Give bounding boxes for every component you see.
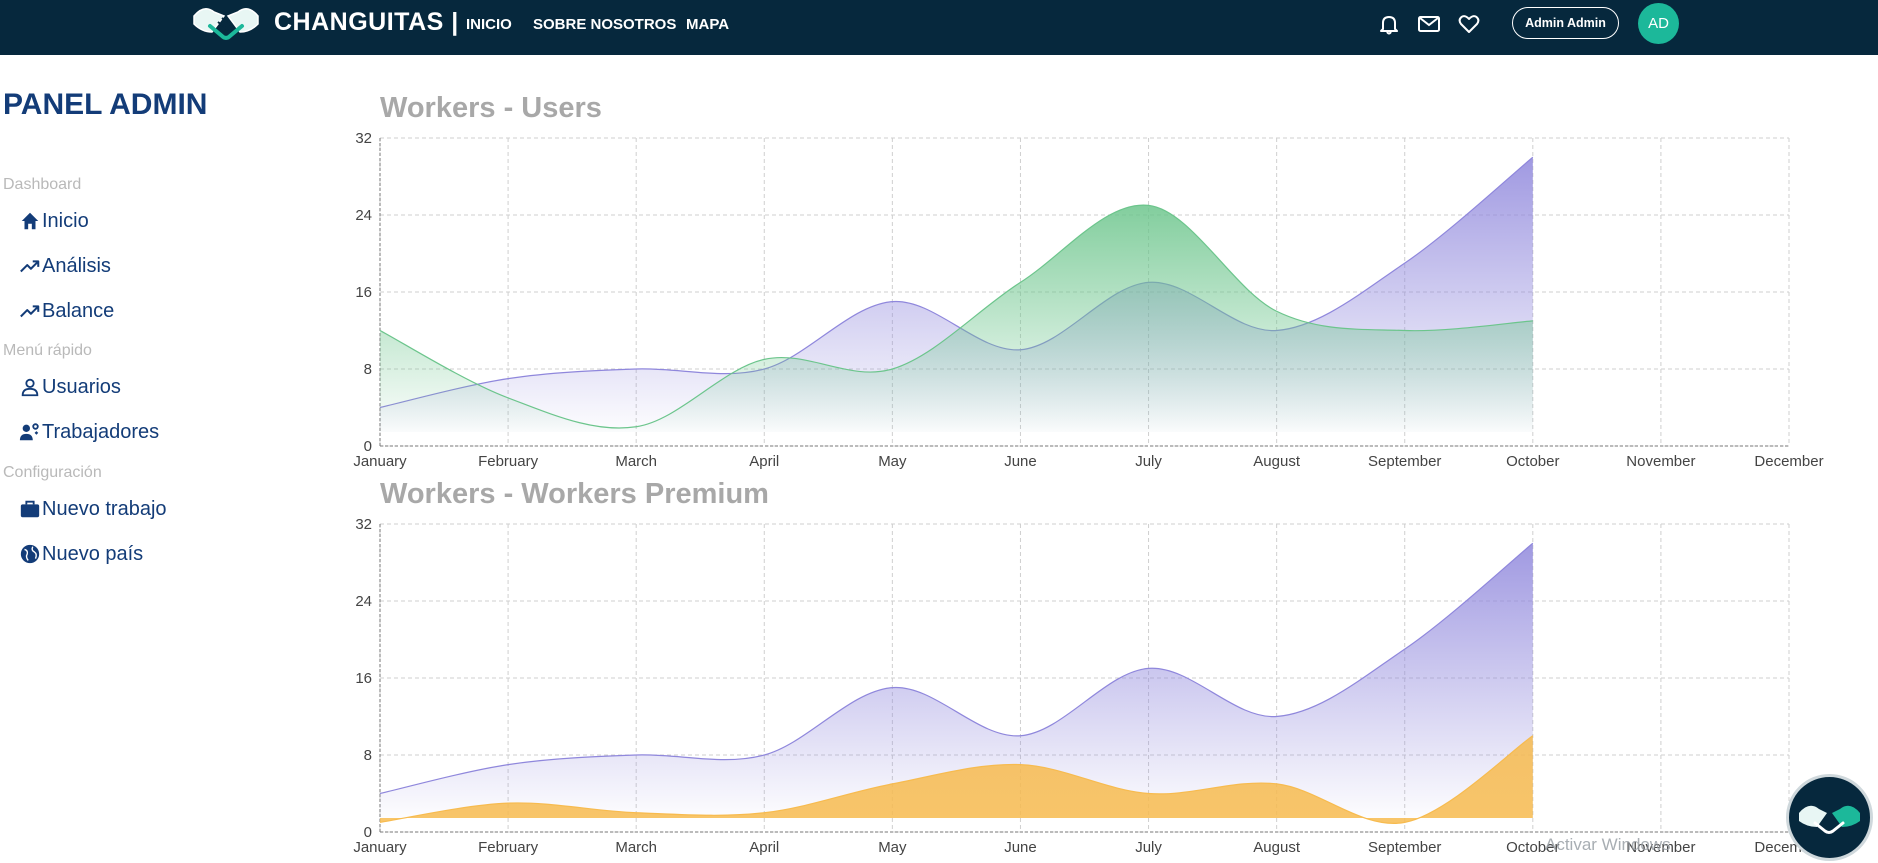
- x-tick-label: March: [615, 453, 657, 470]
- x-tick-label: September: [1368, 453, 1441, 470]
- section-heading-dashboard: Dashboard: [3, 176, 82, 193]
- x-tick-label: February: [478, 839, 539, 856]
- y-tick-label: 24: [355, 593, 372, 610]
- x-tick-label: August: [1253, 453, 1301, 470]
- sidebar-item-trabajadores[interactable]: Trabajadores: [19, 417, 159, 447]
- chart-title-workers-users: Workers - Users: [380, 92, 602, 124]
- user-menu-button[interactable]: Admin Admin: [1512, 7, 1619, 39]
- sidebar-item-label: Trabajadores: [42, 420, 160, 443]
- y-tick-label: 32: [355, 516, 372, 533]
- nav-mapa[interactable]: MAPA: [686, 16, 729, 33]
- y-tick-label: 8: [364, 747, 372, 764]
- nav-inicio[interactable]: INICIO: [466, 16, 512, 33]
- section-heading-configuracion: Configuración: [3, 464, 102, 481]
- x-tick-label: April: [749, 453, 779, 470]
- trend-up-icon: [20, 260, 40, 273]
- home-icon: [21, 212, 39, 230]
- sidebar-item-label: Inicio: [42, 209, 89, 232]
- x-tick-label: September: [1368, 839, 1441, 856]
- y-tick-label: 16: [355, 284, 372, 301]
- briefcase-icon: [20, 500, 40, 518]
- sidebar-item-analisis[interactable]: Análisis: [19, 251, 111, 281]
- heart-icon[interactable]: [1457, 12, 1481, 36]
- brand-name[interactable]: CHANGUITAS |: [274, 8, 459, 37]
- x-tick-label: November: [1626, 453, 1695, 470]
- x-tick-label: July: [1135, 839, 1162, 856]
- x-tick-label: January: [353, 839, 407, 856]
- y-tick-label: 24: [355, 207, 372, 224]
- handshake-icon: [1799, 805, 1860, 834]
- x-tick-label: July: [1135, 453, 1162, 470]
- user-icon: [21, 378, 39, 397]
- handshake-logo-icon[interactable]: [190, 2, 262, 46]
- y-tick-label: 8: [364, 361, 372, 378]
- avatar[interactable]: AD: [1638, 3, 1679, 44]
- sidebar-item-nuevo-pais[interactable]: Nuevo país: [19, 539, 143, 569]
- sidebar-item-nuevo-trabajo[interactable]: Nuevo trabajo: [19, 494, 167, 524]
- x-tick-label: December: [1754, 453, 1823, 470]
- y-tick-label: 16: [355, 670, 372, 687]
- sidebar-item-label: Usuarios: [42, 375, 121, 398]
- users-cog-icon: [19, 423, 39, 441]
- floating-handshake-logo[interactable]: [1786, 774, 1873, 861]
- x-tick-label: May: [878, 453, 907, 470]
- bell-icon[interactable]: [1377, 12, 1401, 36]
- mail-icon[interactable]: [1417, 12, 1441, 36]
- trend-up-icon: [20, 305, 40, 318]
- x-tick-label: June: [1004, 453, 1037, 470]
- windows-activation-watermark: Activar Windows: [1545, 835, 1671, 854]
- sidebar-title: PANEL ADMIN: [3, 88, 208, 121]
- section-heading-menu-rapido: Menú rápido: [3, 342, 92, 359]
- x-tick-label: June: [1004, 839, 1037, 856]
- sidebar-item-inicio[interactable]: Inicio: [19, 206, 89, 236]
- chart-workers-premium: 08162432January February March April May June…: [353, 516, 1823, 856]
- sidebar-item-label: Balance: [42, 299, 115, 322]
- sidebar-item-label: Nuevo país: [42, 542, 144, 565]
- sidebar-item-usuarios[interactable]: Usuarios: [19, 372, 121, 402]
- sidebar-item-label: Análisis: [42, 254, 111, 277]
- x-tick-label: February: [478, 453, 539, 470]
- x-tick-label: January: [353, 453, 407, 470]
- chart-workers-users: 08162432January February March April May June…: [353, 130, 1823, 470]
- nav-sobre-nosotros[interactable]: SOBRE NOSOTROS: [533, 16, 676, 33]
- x-tick-label: April: [749, 839, 779, 856]
- sidebar-item-label: Nuevo trabajo: [42, 497, 167, 520]
- chart-title-workers-premium: Workers - Workers Premium: [380, 478, 769, 510]
- x-tick-label: October: [1506, 453, 1559, 470]
- x-tick-label: May: [878, 839, 907, 856]
- y-tick-label: 32: [355, 130, 372, 147]
- top-navbar: CHANGUITAS | INICIO SOBRE NOSOTROS MAPA …: [0, 0, 1878, 55]
- x-tick-label: August: [1253, 839, 1301, 856]
- sidebar-item-balance[interactable]: Balance: [19, 296, 114, 326]
- globe-icon: [20, 544, 40, 564]
- x-tick-label: March: [615, 839, 657, 856]
